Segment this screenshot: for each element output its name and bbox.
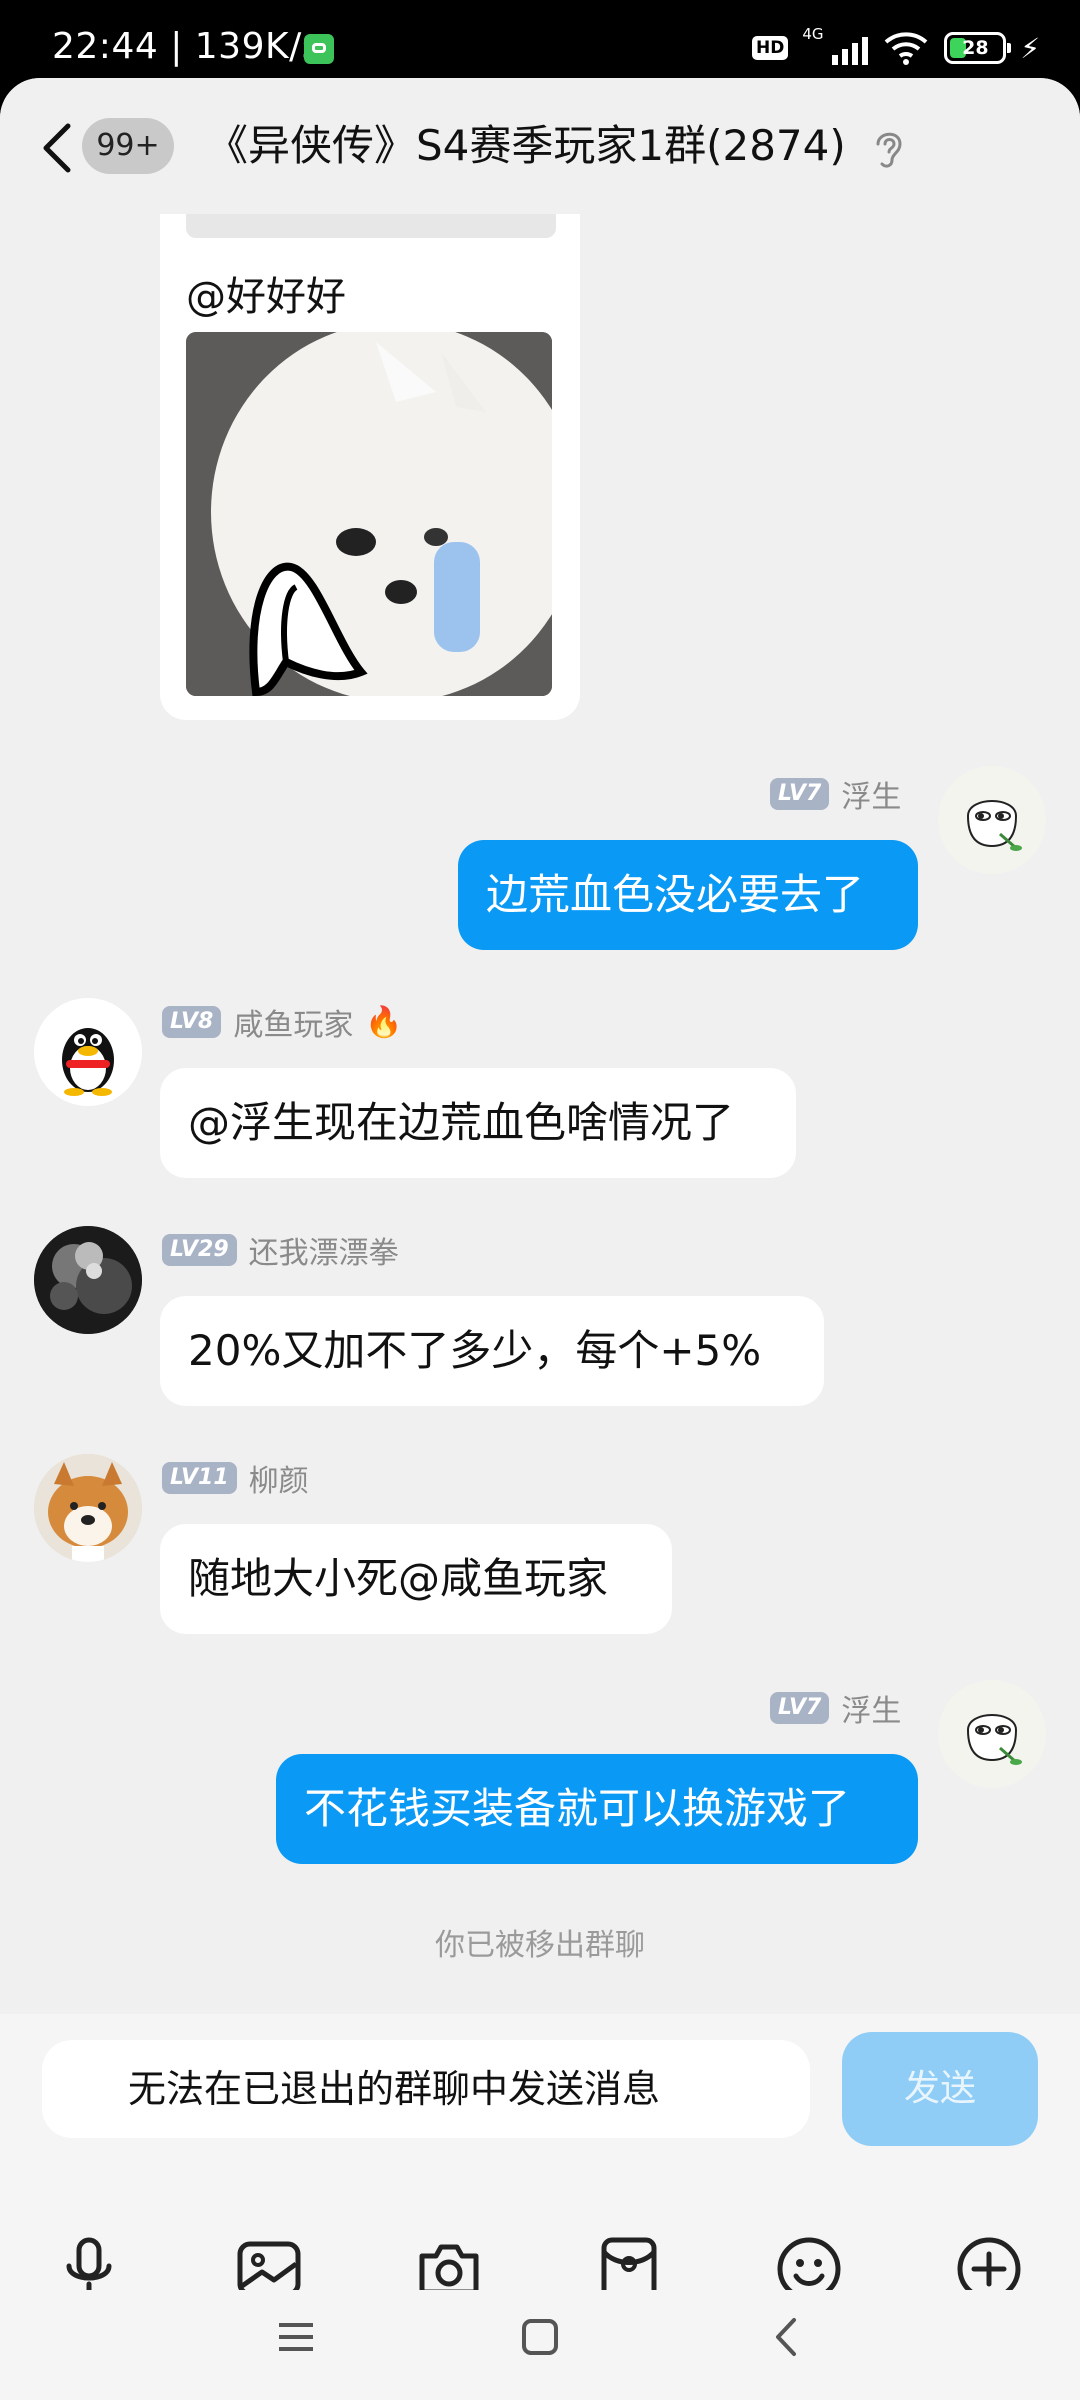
- wifi-icon: [884, 32, 928, 65]
- message-meta: LV7 浮生: [770, 772, 901, 816]
- back-nav-icon[interactable]: [762, 2312, 812, 2362]
- flame-icon: 🔥: [365, 1004, 403, 1040]
- system-notice: 你已被移出群聊: [435, 1928, 645, 1963]
- message-input[interactable]: 无法在已退出的群聊中发送消息: [42, 2040, 810, 2138]
- message-bubble-incoming[interactable]: @浮生现在边荒血色啥情况了: [160, 1068, 796, 1178]
- status-bar: 22:44 | 139K/s HD 4G 28 ⚡: [0, 0, 1080, 78]
- message-bubble-incoming[interactable]: 20%又加不了多少，每个+5%: [160, 1296, 824, 1406]
- send-button[interactable]: 发送: [842, 2032, 1038, 2146]
- avatar[interactable]: [34, 1454, 142, 1562]
- message-bubble-incoming[interactable]: 随地大小死@咸鱼玩家: [160, 1524, 672, 1634]
- ear-icon[interactable]: [870, 126, 906, 172]
- level-badge: LV7: [770, 1692, 830, 1724]
- sender-name[interactable]: 还我漂漂拳: [249, 1228, 399, 1272]
- avatar[interactable]: [938, 766, 1046, 874]
- home-icon[interactable]: [515, 2312, 565, 2362]
- chat-screen: @好好好 LV7 浮生 边荒血色没必要去了 LV8 咸鱼玩家 🔥 @浮生现在边荒…: [0, 78, 1080, 2400]
- menu-icon[interactable]: [271, 2312, 321, 2362]
- sender-name[interactable]: 咸鱼玩家: [233, 1000, 353, 1044]
- image-message-card[interactable]: @好好好: [160, 178, 580, 720]
- message-meta: LV8 咸鱼玩家 🔥: [162, 1000, 403, 1044]
- back-arrow-icon[interactable]: [34, 118, 84, 178]
- sender-name[interactable]: 浮生: [841, 772, 901, 816]
- unread-badge[interactable]: 99+: [82, 118, 174, 174]
- dog-sticker-image[interactable]: [186, 332, 552, 696]
- message-bubble-outgoing[interactable]: 边荒血色没必要去了: [458, 840, 918, 950]
- level-badge: LV11: [162, 1462, 237, 1494]
- level-badge: LV8: [162, 1006, 222, 1038]
- avatar[interactable]: [34, 998, 142, 1106]
- sender-name[interactable]: 柳颜: [249, 1456, 309, 1500]
- signal-icon: 4G: [802, 25, 869, 65]
- sender-name[interactable]: 浮生: [841, 1686, 901, 1730]
- status-time-speed: 22:44 | 139K/s: [52, 26, 321, 67]
- group-title[interactable]: 《异侠传》S4赛季玩家1群(2874): [206, 116, 846, 176]
- message-meta: LV11 柳颜: [162, 1456, 309, 1500]
- mention-text: @好好好: [186, 274, 346, 320]
- message-bubble-outgoing[interactable]: 不花钱买装备就可以换游戏了: [276, 1754, 918, 1864]
- level-badge: LV29: [162, 1234, 237, 1266]
- message-meta: LV29 还我漂漂拳: [162, 1228, 399, 1272]
- hd-badge: HD: [751, 36, 789, 60]
- system-nav-bar: [0, 2290, 1080, 2400]
- charging-icon: ⚡: [1020, 31, 1040, 65]
- avatar[interactable]: [938, 1680, 1046, 1788]
- status-indicators: HD 4G 28 ⚡: [751, 25, 1040, 68]
- message-meta: LV7 浮生: [770, 1686, 901, 1730]
- avatar[interactable]: [34, 1226, 142, 1334]
- battery-icon: 28: [944, 32, 1012, 64]
- chat-header: 99+ 《异侠传》S4赛季玩家1群(2874): [0, 78, 1080, 214]
- level-badge: LV7: [770, 778, 830, 810]
- notification-app-icon: [304, 34, 334, 64]
